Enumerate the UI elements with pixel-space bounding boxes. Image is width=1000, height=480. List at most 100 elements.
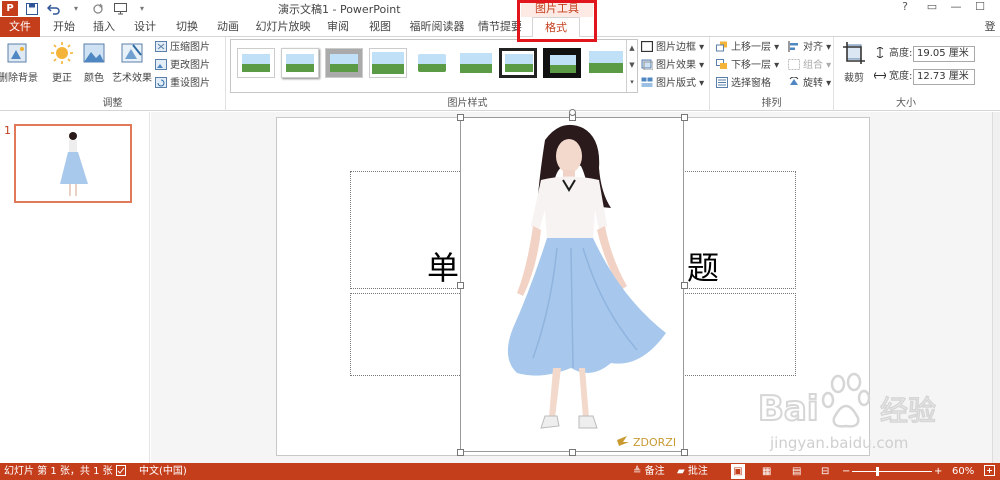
resize-handle-right[interactable] <box>681 282 688 289</box>
zoom-in-button[interactable]: + <box>934 464 942 479</box>
reading-view-button[interactable]: ▤ <box>792 464 801 479</box>
customize-qat-icon[interactable]: ▾ <box>134 1 150 17</box>
resize-handle-top-right[interactable] <box>681 114 688 121</box>
minimize-button[interactable]: — <box>944 0 968 17</box>
resize-handle-bottom-left[interactable] <box>457 449 464 456</box>
zoom-slider-thumb[interactable] <box>876 467 879 476</box>
group-objects-label: 组合 <box>803 60 823 71</box>
gallery-scroll-down-icon[interactable]: ▼ <box>627 57 637 74</box>
picture-style-1[interactable] <box>237 48 275 78</box>
ribbon-display-options-button[interactable]: ▭ <box>920 0 944 17</box>
zoom-level[interactable]: 60% <box>952 464 974 479</box>
slideshow-icon[interactable] <box>112 1 128 17</box>
zoom-slider[interactable] <box>852 464 932 479</box>
picture-style-6[interactable] <box>457 48 495 78</box>
picture-style-3[interactable] <box>325 48 363 78</box>
zoom-out-button[interactable]: − <box>842 464 850 479</box>
maximize-button[interactable]: ☐ <box>968 0 992 17</box>
picture-border-icon <box>641 41 653 52</box>
spelling-check-icon[interactable] <box>116 464 127 479</box>
selection-pane-icon <box>716 77 728 88</box>
crop-button[interactable]: 裁剪 <box>838 39 870 95</box>
group-arrange-label: 排列 <box>761 98 782 109</box>
picture-brand-logo: ZDORZI <box>633 436 676 449</box>
slideshow-view-button[interactable]: ⊟ <box>821 464 829 479</box>
resize-handle-bottom-right[interactable] <box>681 449 688 456</box>
save-icon[interactable] <box>24 1 40 17</box>
picture-style-7[interactable] <box>499 48 537 78</box>
crop-label: 裁剪 <box>844 73 864 84</box>
tab-transitions[interactable]: 切换 <box>172 17 202 37</box>
vertical-scrollbar[interactable] <box>992 112 1000 463</box>
tab-storyboarding[interactable]: 情节提要 <box>478 17 522 37</box>
tab-animations[interactable]: 动画 <box>213 17 243 37</box>
tab-insert[interactable]: 插入 <box>89 17 119 37</box>
align-icon <box>788 41 798 52</box>
help-button[interactable]: ? <box>893 0 917 17</box>
language-status[interactable]: 中文(中国) <box>139 464 187 479</box>
color-button[interactable]: 颜色 <box>74 39 114 95</box>
gallery-more-icon[interactable]: ▾ <box>627 74 637 91</box>
fit-slide-button[interactable] <box>984 464 995 479</box>
compress-pictures-label: 压缩图片 <box>170 42 210 53</box>
tab-home[interactable]: 开始 <box>47 17 81 37</box>
picture-style-5[interactable] <box>413 48 451 78</box>
powerpoint-app-icon[interactable]: P <box>2 1 18 16</box>
align-button[interactable]: 对齐 ▾ <box>788 40 831 56</box>
picture-style-4[interactable] <box>369 48 407 78</box>
slide-thumbnails-pane: 1 <box>0 112 150 463</box>
tab-view[interactable]: 视图 <box>365 17 395 37</box>
tab-review[interactable]: 审阅 <box>323 17 353 37</box>
picture-styles-gallery[interactable]: ▲ ▼ ▾ <box>230 39 638 93</box>
sign-in-link[interactable]: 登录 <box>980 17 1000 52</box>
gallery-scroll[interactable]: ▲ ▼ ▾ <box>626 40 637 92</box>
bring-forward-label: 上移一层 <box>731 42 771 53</box>
width-input[interactable]: 12.73 厘米 <box>913 69 975 85</box>
tab-slideshow[interactable]: 幻灯片放映 <box>255 17 311 37</box>
tab-design[interactable]: 设计 <box>130 17 160 37</box>
selected-picture[interactable]: ZDORZI <box>460 117 684 452</box>
picture-style-9[interactable] <box>587 48 625 78</box>
reset-picture-button[interactable]: 重设图片 <box>155 76 210 92</box>
picture-border-button[interactable]: 图片边框 ▾ <box>641 40 704 56</box>
watermark-url: jingyan.baidu.com <box>769 434 908 452</box>
height-input[interactable]: 19.05 厘米 <box>913 46 975 62</box>
slide-thumbnail-1[interactable] <box>14 124 132 203</box>
notes-button[interactable]: ≜ 备注 <box>633 464 665 479</box>
gallery-scroll-up-icon[interactable]: ▲ <box>627 40 637 57</box>
reading-view-icon: ▤ <box>792 466 802 477</box>
color-label: 颜色 <box>84 73 104 84</box>
compress-pictures-button[interactable]: 压缩图片 <box>155 40 210 56</box>
picture-effects-button[interactable]: 图片效果 ▾ <box>641 58 704 74</box>
selection-pane-button[interactable]: 选择窗格 <box>716 76 771 92</box>
send-backward-button[interactable]: 下移一层 ▾ <box>716 58 779 74</box>
tab-foxit-reader[interactable]: 福昕阅读器 <box>407 17 467 37</box>
picture-layout-button[interactable]: 图片版式 ▾ <box>641 76 704 92</box>
change-picture-button[interactable]: 更改图片 <box>155 58 210 74</box>
tab-file[interactable]: 文件 <box>0 17 40 37</box>
comments-button[interactable]: ▰ 批注 <box>677 464 708 479</box>
group-objects-button[interactable]: 组合 ▾ <box>788 58 831 74</box>
redo-icon[interactable] <box>90 1 106 17</box>
picture-style-8[interactable] <box>543 48 581 78</box>
bring-forward-button[interactable]: 上移一层 ▾ <box>716 40 779 56</box>
normal-view-button[interactable]: ▣ <box>731 464 745 479</box>
resize-handle-left[interactable] <box>457 282 464 289</box>
slide-sorter-view-button[interactable]: ▦ <box>762 464 771 479</box>
slide-sorter-icon: ▦ <box>762 466 772 477</box>
group-objects-icon <box>788 59 800 70</box>
resize-handle-top-left[interactable] <box>457 114 464 121</box>
picture-effects-label: 图片效果 <box>656 60 696 71</box>
rotate-label: 旋转 <box>803 78 823 89</box>
remove-background-button[interactable]: 删除背景 <box>0 39 38 95</box>
artistic-effects-button[interactable]: 艺术效果 <box>110 39 154 95</box>
undo-dropdown-icon[interactable]: ▾ <box>68 1 84 17</box>
undo-icon[interactable] <box>46 1 62 17</box>
resize-handle-bottom[interactable] <box>569 449 576 456</box>
rotate-button[interactable]: 旋转 ▾ <box>788 76 831 92</box>
rotation-handle[interactable] <box>569 109 576 116</box>
group-picture-styles-label: 图片样式 <box>447 98 488 109</box>
send-backward-label: 下移一层 <box>731 60 771 71</box>
picture-style-2[interactable] <box>281 48 319 78</box>
group-adjust-label: 调整 <box>102 98 123 109</box>
